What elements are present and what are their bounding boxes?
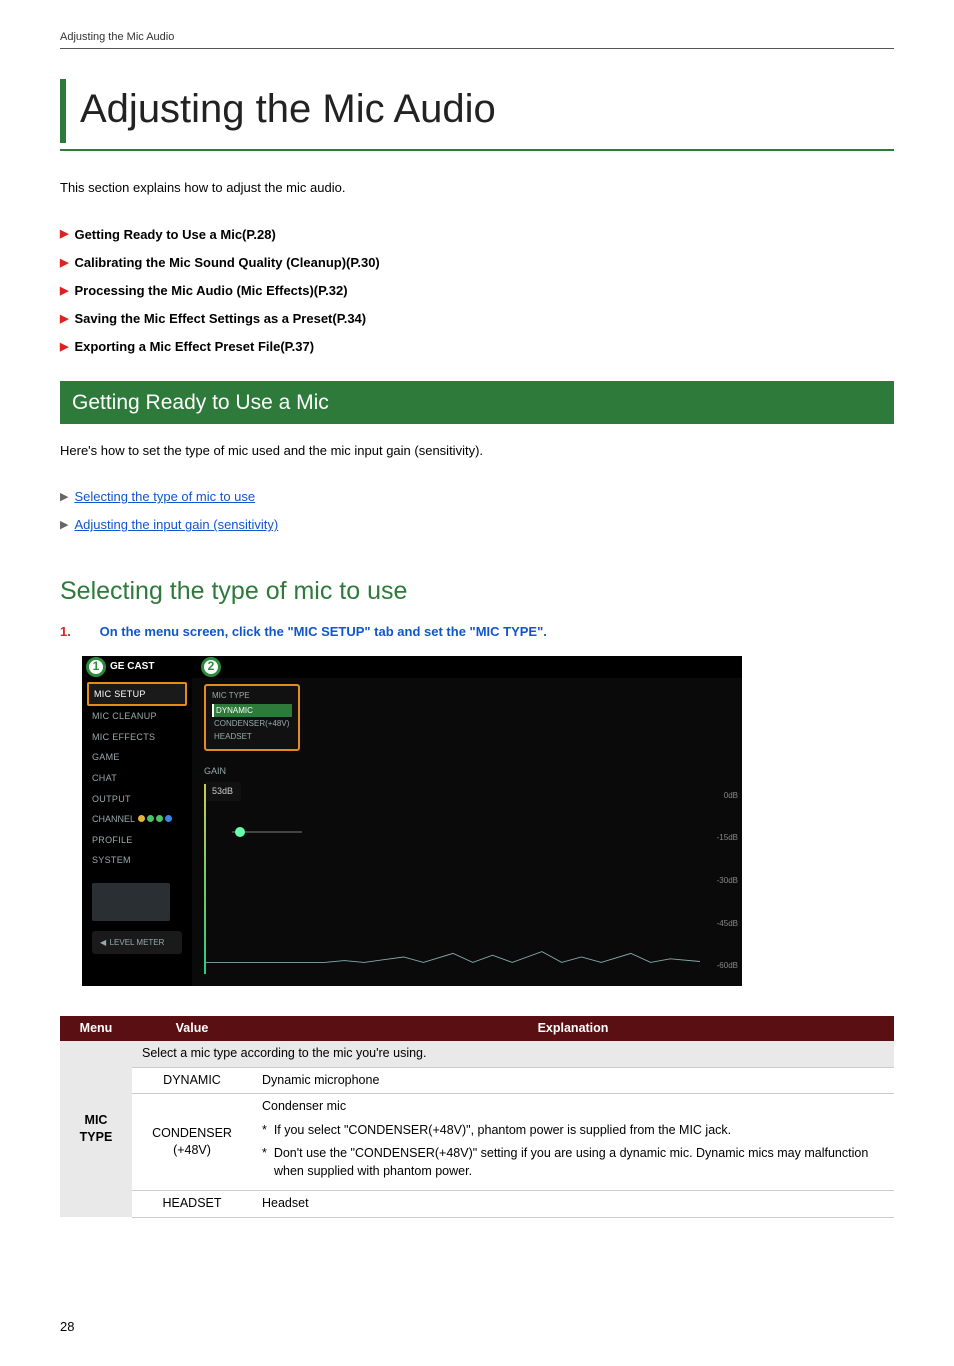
triangle-icon: ▶ xyxy=(60,490,68,505)
toc-item[interactable]: ▶ Processing the Mic Audio (Mic Effects)(… xyxy=(60,282,894,300)
toc-label: Getting Ready to Use a Mic(P.28) xyxy=(74,227,275,242)
menu-cell-mic-type: MIC TYPE xyxy=(60,1041,132,1217)
toc-item[interactable]: ▶ Calibrating the Mic Sound Quality (Clea… xyxy=(60,254,894,272)
mic-type-option-dynamic[interactable]: DYNAMIC xyxy=(212,704,292,717)
select-note: Select a mic type according to the mic y… xyxy=(132,1041,894,1067)
running-header: Adjusting the Mic Audio xyxy=(60,30,894,49)
channel-label: CHANNEL xyxy=(92,813,135,826)
mic-type-table: Menu Value Explanation MIC TYPE Select a… xyxy=(60,1016,894,1218)
th-explanation: Explanation xyxy=(252,1016,894,1042)
step-number: 1. xyxy=(60,623,82,641)
app-topbar: GE CAST xyxy=(82,656,742,678)
expl-condenser: Condenser mic * If you select "CONDENSER… xyxy=(252,1094,894,1191)
toc-label: Exporting a Mic Effect Preset File(P.37) xyxy=(74,339,314,354)
step-text: On the menu screen, click the "MIC SETUP… xyxy=(100,624,547,639)
value-headset: HEADSET xyxy=(132,1191,252,1218)
sidebar-item-mic-effects[interactable]: MIC EFFECTS xyxy=(87,727,187,748)
level-meter-button[interactable]: LEVEL METER xyxy=(92,931,182,954)
sidebar-item-chat[interactable]: CHAT xyxy=(87,768,187,789)
doc-link[interactable]: Selecting the type of mic to use xyxy=(74,489,255,504)
value-condenser: CONDENSER (+48V) xyxy=(132,1094,252,1191)
scale-tick: -15dB xyxy=(717,832,738,843)
step-line: 1. On the menu screen, click the "MIC SE… xyxy=(60,623,894,641)
app-sidebar: MIC SETUP MIC CLEANUP MIC EFFECTS GAME C… xyxy=(82,678,192,986)
sidebar-item-mic-setup[interactable]: MIC SETUP xyxy=(87,682,187,707)
gain-label: GAIN xyxy=(204,765,730,778)
toc-label: Processing the Mic Audio (Mic Effects)(P… xyxy=(74,283,347,298)
page-number: 28 xyxy=(60,1318,894,1336)
meter-scale: 0dB -15dB -30dB -45dB -60dB xyxy=(717,790,738,972)
value-dynamic: DYNAMIC xyxy=(132,1067,252,1094)
section-intro: Here's how to set the type of mic used a… xyxy=(60,442,894,460)
sidebar-item-channel[interactable]: CHANNEL xyxy=(87,809,187,830)
title-underline xyxy=(60,149,894,151)
scale-tick: -60dB xyxy=(717,960,738,971)
sidebar-item-system[interactable]: SYSTEM xyxy=(87,850,187,871)
waveform-display xyxy=(206,948,700,966)
triangle-icon: ▶ xyxy=(60,312,68,327)
triangle-icon: ▶ xyxy=(60,227,68,242)
link-item: ▶ Adjusting the input gain (sensitivity) xyxy=(60,516,894,534)
app-logo-text: GE CAST xyxy=(110,660,154,674)
sidebar-item-mic-cleanup[interactable]: MIC CLEANUP xyxy=(87,706,187,727)
subsection-heading: Selecting the type of mic to use xyxy=(60,574,894,609)
mic-type-label: MIC TYPE xyxy=(212,690,292,701)
gain-value: 53dB xyxy=(204,782,241,801)
condenser-note-1: * If you select "CONDENSER(+48V)", phant… xyxy=(262,1122,884,1140)
callout-1: 1 xyxy=(86,657,106,677)
toc-label: Saving the Mic Effect Settings as a Pres… xyxy=(74,311,366,326)
toc-bullet-list: ▶ Getting Ready to Use a Mic(P.28) ▶ Calib… xyxy=(60,226,894,357)
link-item: ▶ Selecting the type of mic to use xyxy=(60,488,894,506)
sidebar-device-image xyxy=(92,883,170,921)
page-title: Adjusting the Mic Audio xyxy=(80,79,894,143)
scale-tick: -30dB xyxy=(717,875,738,886)
doc-link[interactable]: Adjusting the input gain (sensitivity) xyxy=(74,517,278,532)
mic-type-option-condenser[interactable]: CONDENSER(+48V) xyxy=(212,717,292,730)
link-list: ▶ Selecting the type of mic to use ▶ Adjus… xyxy=(60,488,894,534)
triangle-icon: ▶ xyxy=(60,518,68,533)
scale-tick: 0dB xyxy=(717,790,738,801)
intro-text: This section explains how to adjust the … xyxy=(60,179,894,197)
triangle-icon: ▶ xyxy=(60,256,68,271)
triangle-icon: ▶ xyxy=(60,340,68,355)
expl-headset: Headset xyxy=(252,1191,894,1218)
sidebar-item-output[interactable]: OUTPUT xyxy=(87,789,187,810)
slider-knob[interactable] xyxy=(235,827,245,837)
sidebar-item-game[interactable]: GAME xyxy=(87,747,187,768)
toc-item[interactable]: ▶ Saving the Mic Effect Settings as a Pre… xyxy=(60,310,894,328)
triangle-icon: ▶ xyxy=(60,284,68,299)
th-value: Value xyxy=(132,1016,252,1042)
expl-condenser-head: Condenser mic xyxy=(262,1099,346,1113)
toc-label: Calibrating the Mic Sound Quality (Clean… xyxy=(74,255,379,270)
gain-slider[interactable] xyxy=(232,831,302,833)
expl-dynamic: Dynamic microphone xyxy=(252,1067,894,1094)
condenser-note-2: * Don't use the "CONDENSER(+48V)" settin… xyxy=(262,1145,884,1180)
app-main-panel: MIC TYPE DYNAMIC CONDENSER(+48V) HEADSET… xyxy=(192,678,742,986)
mic-type-option-headset[interactable]: HEADSET xyxy=(212,730,292,743)
scale-tick: -45dB xyxy=(717,918,738,929)
section-heading: Getting Ready to Use a Mic xyxy=(60,381,894,424)
toc-item[interactable]: ▶ Exporting a Mic Effect Preset File(P.37… xyxy=(60,338,894,356)
toc-item[interactable]: ▶ Getting Ready to Use a Mic(P.28) xyxy=(60,226,894,244)
mic-type-box: MIC TYPE DYNAMIC CONDENSER(+48V) HEADSET xyxy=(204,684,300,752)
callout-2: 2 xyxy=(201,657,221,677)
level-meter-bar xyxy=(204,784,206,974)
page-title-block: Adjusting the Mic Audio xyxy=(60,79,894,143)
sidebar-item-profile[interactable]: PROFILE xyxy=(87,830,187,851)
th-menu: Menu xyxy=(60,1016,132,1042)
app-screenshot: 1 2 GE CAST MIC SETUP MIC CLEANUP MIC EF… xyxy=(82,656,742,986)
channel-dots xyxy=(138,813,174,826)
